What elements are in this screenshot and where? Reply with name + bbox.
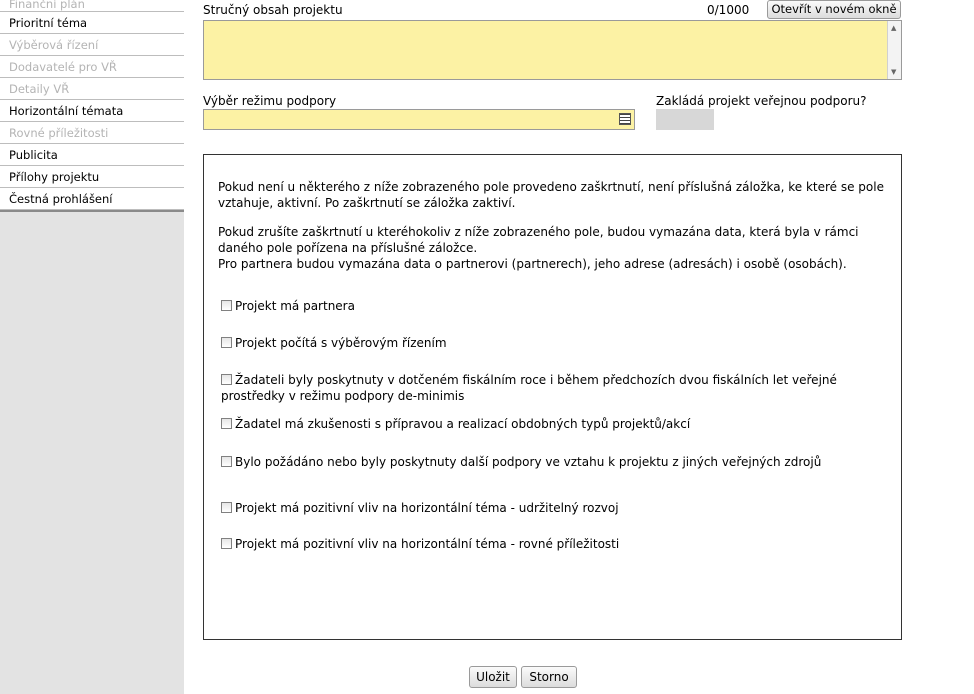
checkbox-label: Bylo požádáno nebo byly poskytnuty další… <box>235 455 822 469</box>
checkbox-row-zkusenosti[interactable]: Žadatel má zkušenosti s přípravou a real… <box>221 416 891 432</box>
public-support-label: Zakládá projekt veřejnou podporu? <box>656 94 867 108</box>
support-mode-label: Výběr režimu podpory <box>203 94 337 108</box>
sidebar-item-dodavatele-pro-vr: Dodavatelé pro VŘ <box>0 56 184 78</box>
checkbox-partner[interactable] <box>221 300 232 311</box>
sidebar-item-vyberova-rizeni: Výběrová řízení <box>0 34 184 56</box>
sidebar-item-horizontalni-temata[interactable]: Horizontální témata <box>0 100 184 122</box>
checkbox-de-minimis[interactable] <box>221 374 232 385</box>
checkbox-row-dalsi-podpory[interactable]: Bylo požádáno nebo byly poskytnuty další… <box>221 454 891 470</box>
checkbox-label: Projekt má pozitivní vliv na horizontáln… <box>235 537 620 551</box>
checkbox-row-de-minimis[interactable]: Žadateli byly poskytnuty v dotčeném fisk… <box>221 372 891 404</box>
sidebar-item-cestna-prohlaseni[interactable]: Čestná prohlášení <box>0 188 184 210</box>
open-in-new-window-button[interactable]: Otevřít v novém okně <box>767 0 901 19</box>
checkbox-label: Projekt má pozitivní vliv na horizontáln… <box>235 501 619 515</box>
checkbox-dalsi-podpory[interactable] <box>221 456 232 467</box>
sidebar-item-rovne-prilezitosti: Rovné příležitosti <box>0 122 184 144</box>
info-paragraph-1: Pokud není u některého z níže zobrazenéh… <box>218 180 884 210</box>
sidebar-item-prilohy-projektu[interactable]: Přílohy projektu <box>0 166 184 188</box>
support-mode-select[interactable] <box>203 109 635 130</box>
checkbox-udrzitelny-rozvoj[interactable] <box>221 502 232 513</box>
checkbox-label: Projekt má partnera <box>235 299 355 313</box>
checkbox-label: Žadateli byly poskytnuty v dotčeném fisk… <box>221 373 837 403</box>
sidebar: Finanční plán Prioritní téma Výběrová ří… <box>0 0 184 694</box>
checkbox-panel: Pokud není u některého z níže zobrazenéh… <box>203 154 902 640</box>
info-paragraph-2: Pokud zrušíte zaškrtnutí u kteréhokoliv … <box>218 225 859 255</box>
info-paragraph-3: Pro partnera budou vymazána data o partn… <box>218 257 847 271</box>
summary-scrollbar[interactable]: ▲ ▼ <box>887 21 901 79</box>
checkbox-row-vyberove-rizeni[interactable]: Projekt počítá s výběrovým řízením <box>221 335 891 351</box>
checkbox-rovne-prilezitosti[interactable] <box>221 538 232 549</box>
public-support-field <box>656 109 714 130</box>
sidebar-item-publicita[interactable]: Publicita <box>0 144 184 166</box>
cancel-button[interactable]: Storno <box>521 666 577 688</box>
checkbox-vyberove-rizeni[interactable] <box>221 337 232 348</box>
summary-char-counter: 0/1000 <box>707 3 750 17</box>
sidebar-item-prioritni-tema[interactable]: Prioritní téma <box>0 12 184 34</box>
checkbox-row-rovne-prilezitosti[interactable]: Projekt má pozitivní vliv na horizontáln… <box>221 536 891 552</box>
list-icon[interactable] <box>619 113 631 125</box>
summary-textarea[interactable]: ▲ ▼ <box>203 20 902 80</box>
sidebar-item-financni-plan: Finanční plán <box>0 0 184 12</box>
scroll-down-icon[interactable]: ▼ <box>891 68 896 76</box>
sidebar-menu: Finanční plán Prioritní téma Výběrová ří… <box>0 0 184 212</box>
scroll-up-icon[interactable]: ▲ <box>891 24 896 32</box>
checkbox-row-udrzitelny-rozvoj[interactable]: Projekt má pozitivní vliv na horizontáln… <box>221 500 891 516</box>
checkbox-row-partner[interactable]: Projekt má partnera <box>221 298 891 314</box>
checkbox-zkusenosti[interactable] <box>221 418 232 429</box>
sidebar-item-detaily-vr: Detaily VŘ <box>0 78 184 100</box>
checkbox-label: Projekt počítá s výběrovým řízením <box>235 336 447 350</box>
checkbox-label: Žadatel má zkušenosti s přípravou a real… <box>235 417 691 431</box>
summary-label: Stručný obsah projektu <box>203 3 343 17</box>
save-button[interactable]: Uložit <box>469 666 517 688</box>
